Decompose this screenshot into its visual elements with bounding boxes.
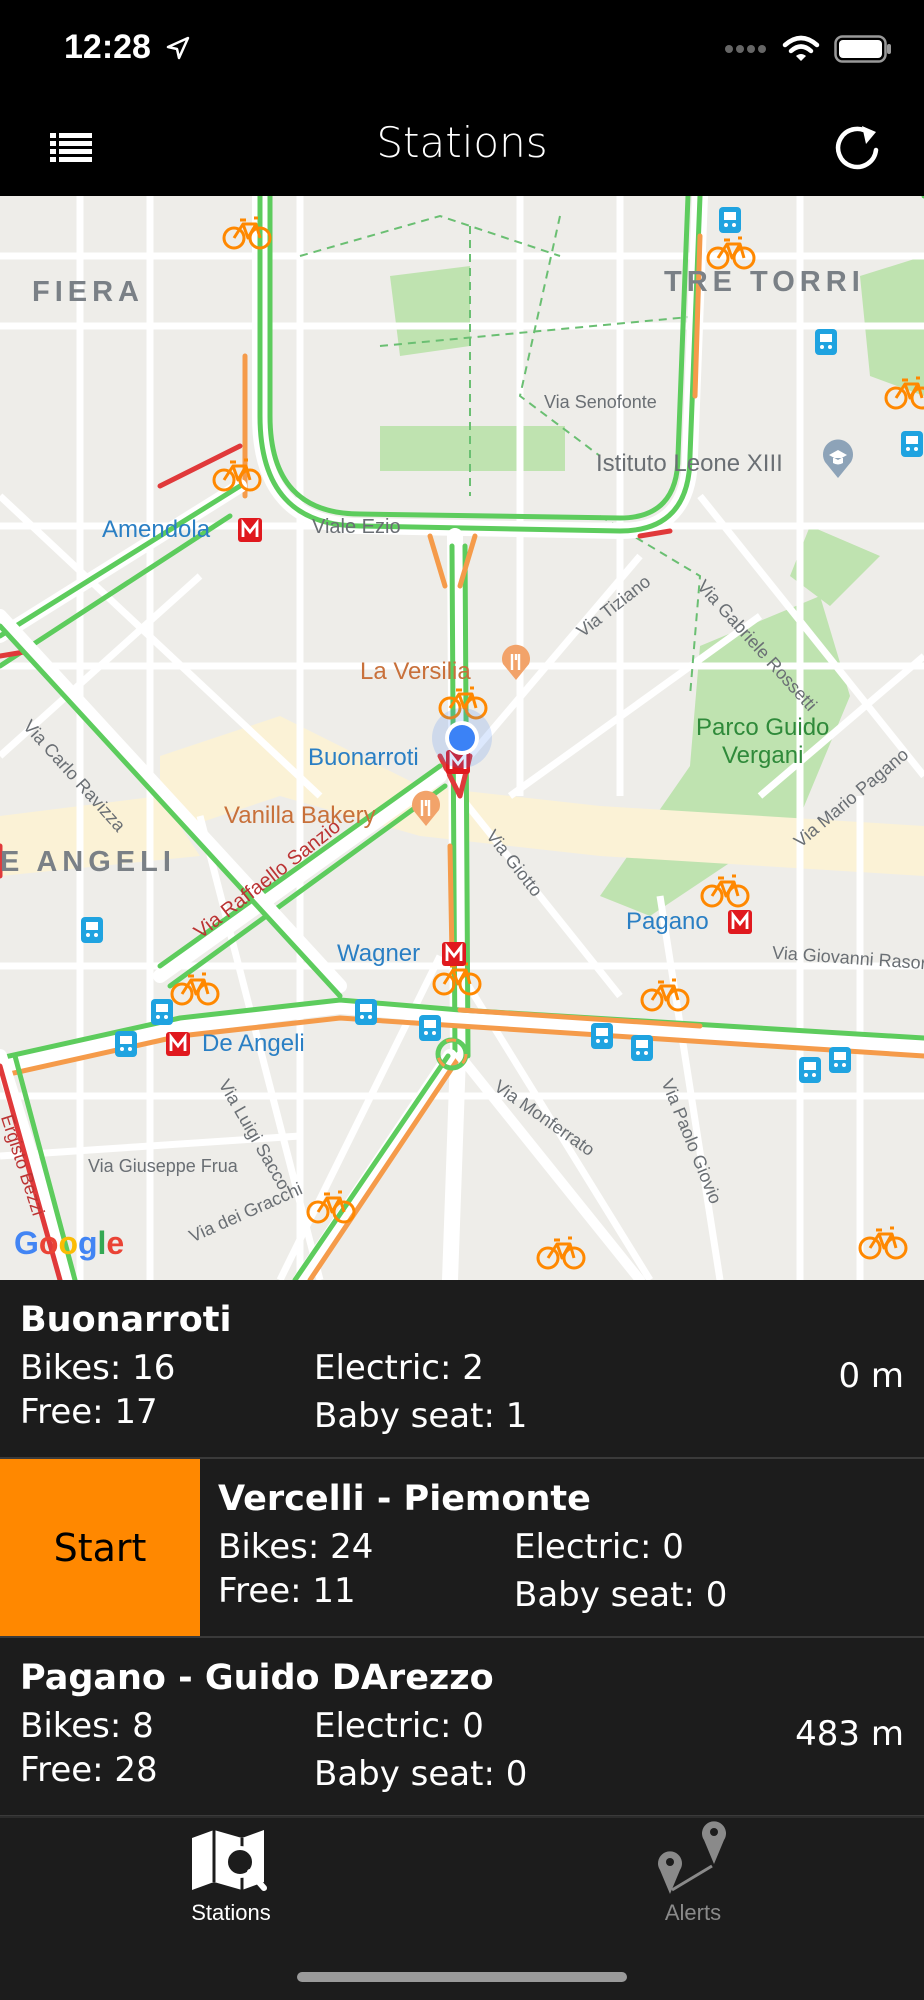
bikes-count: Bikes: 24 (218, 1527, 374, 1567)
station-row[interactable]: Buonarroti Bikes: 16 Free: 17 Electric: … (0, 1280, 924, 1459)
station-list: Buonarroti Bikes: 16 Free: 17 Electric: … (0, 1280, 924, 1817)
poi-label[interactable]: La Versilia (360, 658, 471, 686)
tab-label: Stations (191, 1900, 271, 1925)
park-label[interactable]: Parco Guido Vergani (696, 714, 829, 770)
street-label: Via Senofonte (544, 392, 657, 412)
metro-station-label[interactable]: Amendola (102, 516, 210, 544)
page-title: Stations (376, 118, 548, 167)
metro-station-label[interactable]: De Angeli (202, 1030, 305, 1058)
map-icon (192, 1830, 267, 1891)
station-distance: 0 m (838, 1356, 904, 1396)
free-count: Free: 11 (218, 1571, 356, 1611)
station-row[interactable]: Start Vercelli - Piemonte Bikes: 24 Free… (0, 1459, 924, 1638)
park-label-line: Vergani (722, 742, 804, 769)
home-indicator[interactable] (297, 1972, 627, 1982)
metro-station-label[interactable]: Buonarroti (308, 744, 419, 772)
bikes-count: Bikes: 16 (20, 1348, 176, 1388)
district-label: FIERA (32, 276, 144, 308)
metro-station-label[interactable]: Wagner (337, 940, 420, 968)
district-label: TRE TORRI (664, 266, 865, 298)
battery-icon (834, 35, 891, 63)
free-count: Free: 17 (20, 1392, 158, 1432)
status-time: 12:28 (64, 28, 151, 66)
metro-station-label[interactable]: Pagano (626, 908, 709, 936)
baby-seat-count: Baby seat: 0 (314, 1754, 528, 1794)
station-name: Pagano - Guido DArezzo (20, 1658, 494, 1698)
start-button[interactable]: Start (0, 1459, 200, 1636)
status-bar: 12:28 (0, 0, 924, 100)
refresh-icon[interactable] (830, 120, 886, 176)
electric-count: Electric: 0 (314, 1706, 484, 1746)
electric-count: Electric: 0 (514, 1527, 684, 1567)
tab-alerts[interactable]: Alerts (462, 1818, 924, 1938)
park-label-line: Parco Guido (696, 714, 830, 741)
baby-seat-count: Baby seat: 1 (314, 1396, 528, 1436)
status-indicators (724, 34, 892, 64)
electric-count: Electric: 2 (314, 1348, 484, 1388)
station-name: Buonarroti (20, 1300, 232, 1340)
station-row[interactable]: Pagano - Guido DArezzo Bikes: 8 Free: 28… (0, 1638, 924, 1817)
free-count: Free: 28 (20, 1750, 158, 1790)
location-arrow-icon (166, 36, 190, 60)
baby-seat-count: Baby seat: 0 (514, 1575, 728, 1615)
street-label: Via Giuseppe Frua (88, 1156, 238, 1176)
tab-stations[interactable]: Stations (0, 1818, 462, 1938)
station-distance: 483 m (795, 1714, 904, 1754)
station-name: Vercelli - Piemonte (218, 1479, 591, 1519)
signal-icon (725, 45, 766, 53)
poi-label[interactable]: Vanilla Bakery (224, 802, 376, 830)
street-label: Viale Ezio (312, 516, 401, 538)
map-view[interactable]: FIERA TRE TORRI E ANGELI Viale Ezio Via … (0, 196, 924, 1280)
google-logo: Google (14, 1225, 125, 1261)
navigation-bar: Stations (0, 100, 924, 196)
district-label: E ANGELI (0, 846, 176, 878)
pins-icon (658, 1821, 726, 1894)
bikes-count: Bikes: 8 (20, 1706, 154, 1746)
tab-label: Alerts (664, 1900, 722, 1925)
wifi-icon (782, 35, 820, 61)
institution-label[interactable]: Istituto Leone XIII (596, 450, 783, 478)
